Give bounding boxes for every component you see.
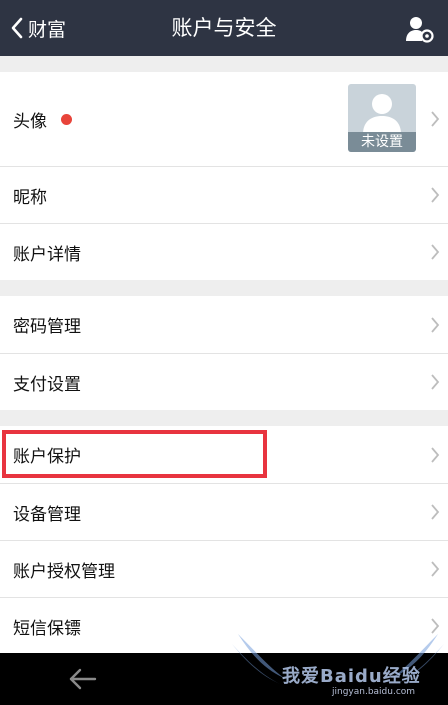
row-avatar[interactable]: 头像 未设置 (0, 72, 448, 166)
row-label: 账户详情 (13, 244, 81, 265)
section-gap (0, 410, 448, 426)
row-label: 密码管理 (13, 317, 81, 337)
avatar-caption: 未设置 (348, 132, 416, 152)
row-label: 账户保护 (13, 447, 81, 467)
row-label: 账户授权管理 (13, 561, 115, 582)
row-password-management[interactable]: 密码管理 (0, 296, 448, 353)
row-account-details[interactable]: 账户详情 (0, 223, 448, 280)
row-payment-settings[interactable]: 支付设置 (0, 353, 448, 410)
chevron-right-icon (431, 446, 440, 463)
row-label: 设备管理 (13, 504, 81, 525)
default-avatar-icon (363, 94, 401, 134)
chevron-left-icon (11, 17, 23, 39)
row-label: 短信保镖 (13, 618, 81, 639)
chevron-right-icon (431, 618, 440, 634)
chevron-right-icon (431, 504, 440, 520)
back-button[interactable]: 财富 (10, 0, 66, 56)
settings-list: 头像 未设置 昵称 账户详情 密码管理 支付设置 账户保护 设备管理 账户授权管… (0, 56, 448, 654)
user-settings-icon[interactable] (404, 14, 434, 44)
chevron-right-icon (431, 374, 440, 390)
row-label: 头像 (13, 111, 47, 132)
back-label: 财富 (28, 18, 67, 41)
red-dot-badge (61, 113, 72, 125)
chevron-right-icon (431, 187, 440, 203)
row-label: 支付设置 (13, 374, 81, 395)
row-sms-guard[interactable]: 短信保镖 (0, 597, 448, 654)
row-nickname[interactable]: 昵称 (0, 166, 448, 223)
section-gap (0, 56, 448, 72)
system-nav-bar (0, 653, 448, 705)
chevron-right-icon (431, 316, 440, 333)
section-gap (0, 280, 448, 296)
row-label: 昵称 (13, 187, 47, 208)
avatar[interactable]: 未设置 (348, 84, 416, 152)
chevron-right-icon (431, 561, 440, 577)
app-header: 财富 账户与安全 (0, 0, 448, 56)
chevron-right-icon (431, 111, 440, 127)
row-account-protection[interactable]: 账户保护 (0, 426, 448, 483)
arrow-left-icon[interactable] (68, 667, 98, 691)
row-authorization-management[interactable]: 账户授权管理 (0, 540, 448, 597)
chevron-right-icon (431, 244, 440, 260)
page-title: 账户与安全 (171, 16, 277, 40)
row-device-management[interactable]: 设备管理 (0, 483, 448, 540)
